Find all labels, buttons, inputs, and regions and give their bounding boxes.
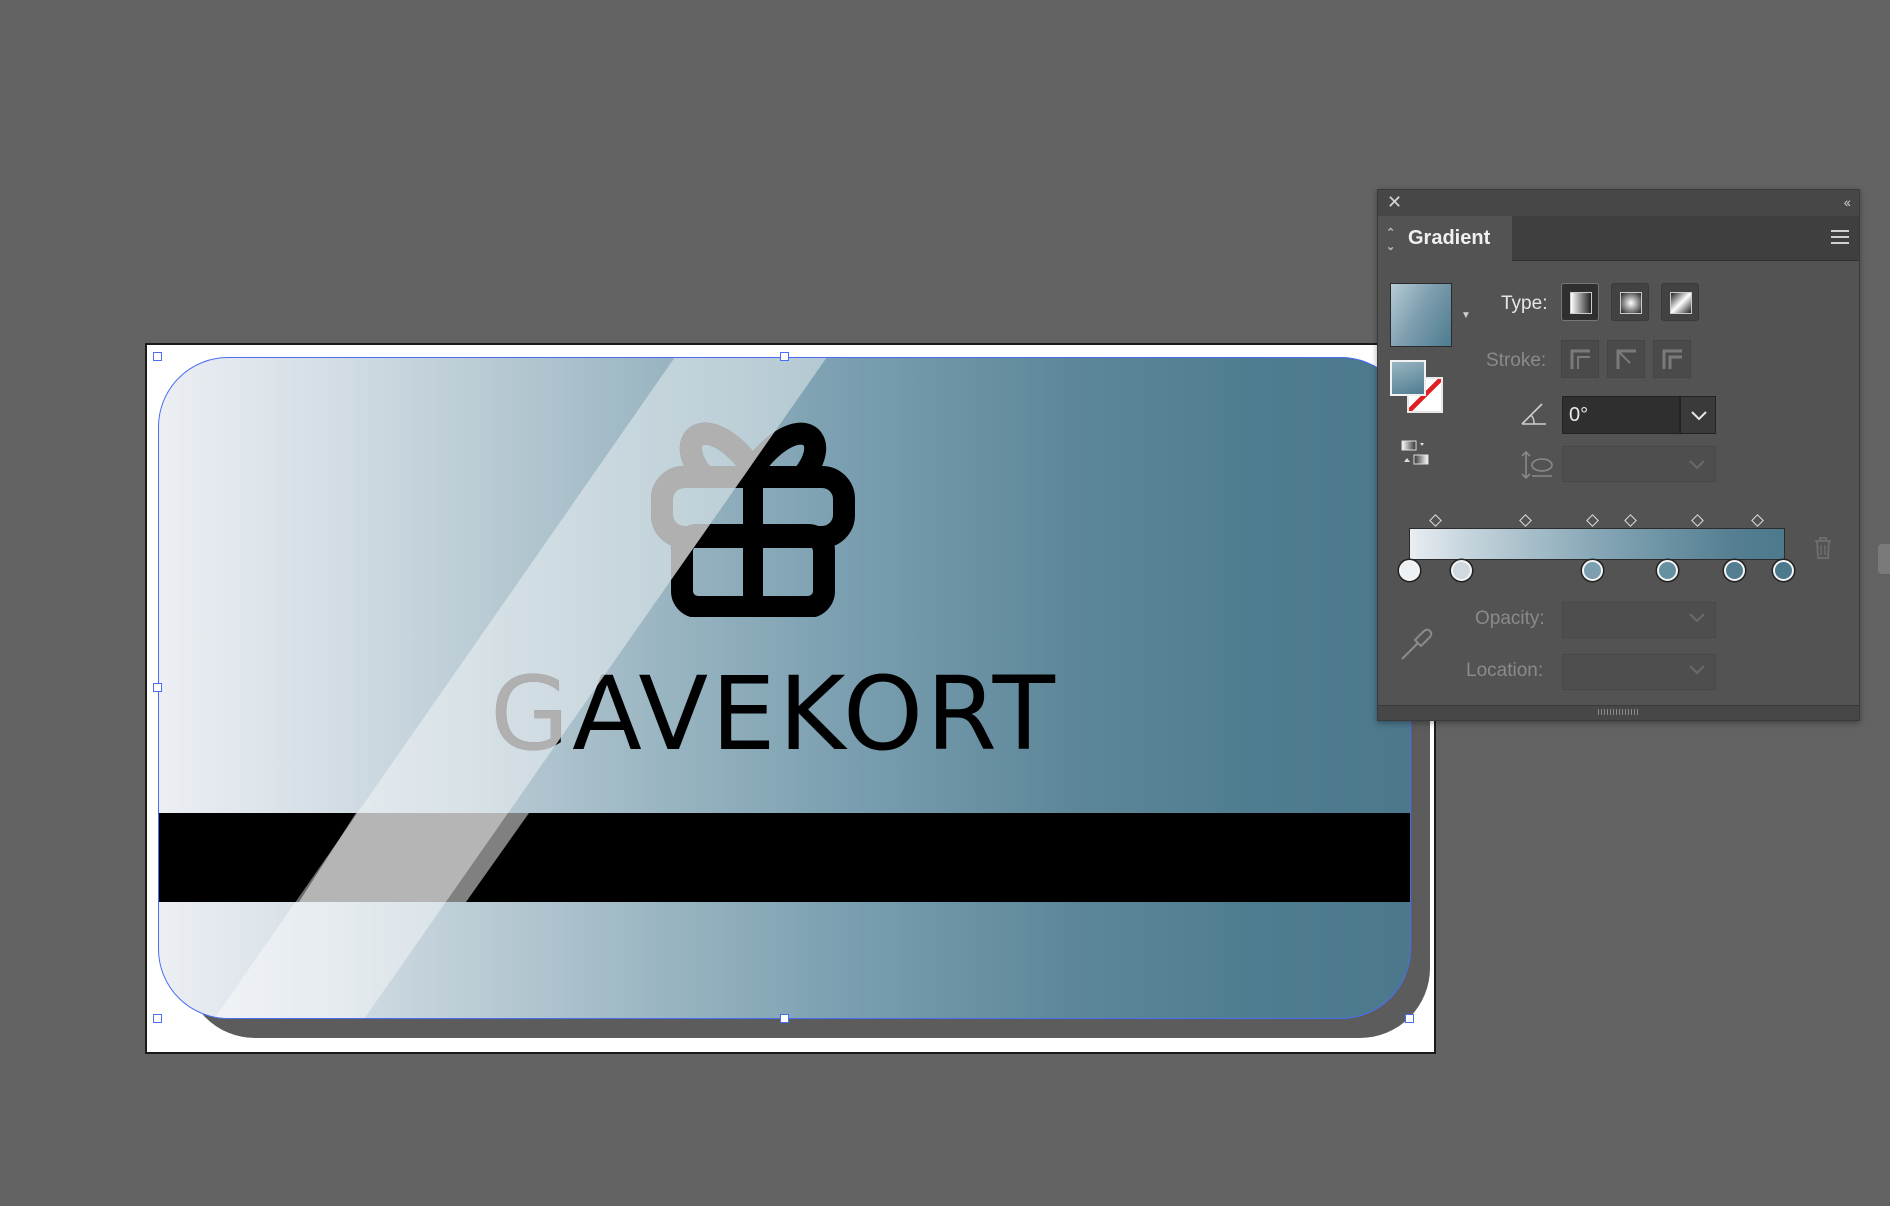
collapse-icon[interactable]: ‹‹ <box>1844 194 1851 210</box>
gradient-midpoint[interactable] <box>1691 514 1704 527</box>
handle-bottom[interactable] <box>780 1014 789 1023</box>
gradient-midpoint[interactable] <box>1623 514 1637 527</box>
handle-top-left[interactable] <box>153 352 162 361</box>
handle-left[interactable] <box>153 683 162 692</box>
freeform-gradient-button[interactable] <box>1661 283 1699 321</box>
trash-icon[interactable] <box>1812 536 1834 560</box>
gradient-slider[interactable] <box>1409 528 1785 560</box>
gradient-stop[interactable] <box>1451 560 1473 581</box>
panel-tabbar: ⌃ ⌄ Gradient <box>1378 216 1859 261</box>
panel-resize-grip[interactable] <box>1378 705 1859 720</box>
sort-arrows-icon: ⌃ ⌄ <box>1386 227 1396 253</box>
opacity-label: Opacity: <box>1475 608 1545 629</box>
chevron-down-icon <box>1691 411 1707 421</box>
selection-path <box>158 357 1411 1019</box>
gradient-stop[interactable] <box>1582 560 1604 581</box>
fill-swatch[interactable] <box>1390 360 1426 396</box>
gradient-stop[interactable] <box>1657 560 1679 581</box>
location-dropdown <box>1562 654 1716 690</box>
radial-gradient-button[interactable] <box>1611 283 1649 321</box>
angle-icon <box>1521 403 1546 425</box>
gradient-swatch[interactable] <box>1390 283 1452 347</box>
tab-label: Gradient <box>1408 227 1491 249</box>
gradient-midpoint[interactable] <box>1750 514 1764 527</box>
gradient-stop[interactable] <box>1399 560 1420 581</box>
stroke-along-button[interactable] <box>1607 340 1645 378</box>
reverse-gradient-icon[interactable] <box>1400 438 1430 468</box>
linear-gradient-button[interactable] <box>1561 283 1599 321</box>
chevron-down-icon <box>1689 460 1705 470</box>
angle-dropdown[interactable] <box>1680 396 1716 434</box>
side-dock-tab[interactable] <box>1878 544 1890 574</box>
aspect-ratio-icon <box>1521 450 1553 480</box>
stroke-within-button[interactable] <box>1561 340 1599 378</box>
panel-menu-icon[interactable] <box>1831 230 1849 248</box>
panel-titlebar: ✕ ‹‹ <box>1378 190 1859 216</box>
gradient-midpoint[interactable] <box>1519 514 1532 527</box>
angle-input[interactable]: 0° <box>1562 396 1680 434</box>
caret-down-icon[interactable]: ▼ <box>1461 310 1471 321</box>
handle-bottom-left[interactable] <box>153 1014 162 1023</box>
gradient-midpoint[interactable] <box>1586 514 1600 527</box>
stroke-across-button[interactable] <box>1653 340 1691 378</box>
type-label: Type: <box>1501 293 1548 314</box>
gradient-midpoint[interactable] <box>1429 514 1443 527</box>
aspect-ratio-input <box>1562 446 1716 482</box>
gradient-stop[interactable] <box>1773 560 1794 581</box>
stroke-label: Stroke: <box>1486 350 1547 371</box>
opacity-dropdown <box>1562 602 1716 638</box>
tab-gradient[interactable]: ⌃ ⌄ Gradient <box>1378 216 1512 261</box>
chevron-down-icon <box>1689 613 1705 623</box>
close-icon[interactable]: ✕ <box>1387 192 1402 213</box>
location-label: Location: <box>1466 660 1544 681</box>
gradient-stop[interactable] <box>1724 560 1746 581</box>
chevron-down-icon <box>1689 665 1705 675</box>
handle-bottom-right[interactable] <box>1405 1014 1414 1023</box>
eyedropper-icon[interactable] <box>1398 625 1434 663</box>
gradient-panel: ✕ ‹‹ ⌃ ⌄ Gradient ▼ Type: Stroke: 0° Opa… <box>1377 189 1860 721</box>
handle-top[interactable] <box>780 352 789 361</box>
